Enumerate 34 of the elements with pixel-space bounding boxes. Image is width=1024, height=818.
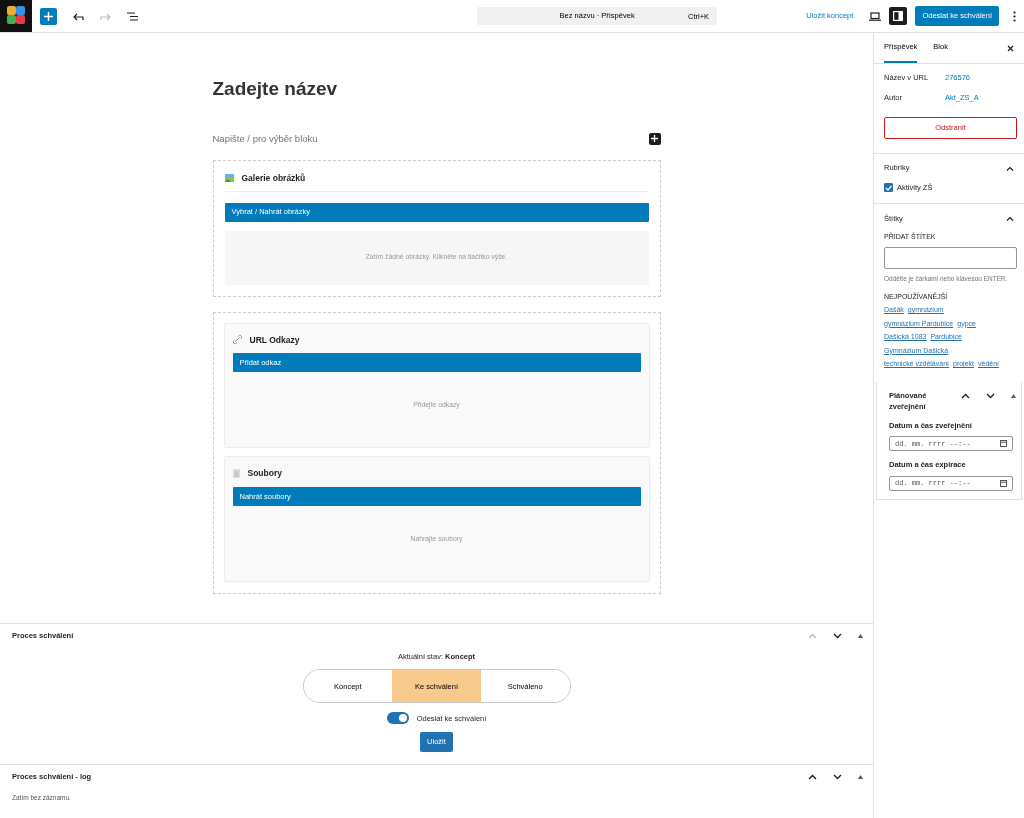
chevron-down-icon[interactable] — [833, 633, 842, 639]
calendar-icon — [1000, 479, 1007, 487]
block-placeholder[interactable]: Napište / pro výběr bloku — [212, 131, 318, 146]
add-block-button[interactable] — [648, 132, 661, 145]
sidebar-panel-icon — [893, 11, 904, 21]
chevron-up-icon[interactable] — [808, 773, 817, 780]
toggle-switch[interactable] — [386, 712, 409, 725]
settings-button[interactable] — [889, 7, 908, 25]
chevron-up-icon[interactable] — [961, 392, 970, 399]
title-field[interactable]: Zadejte název — [212, 75, 661, 104]
chevron-up-icon[interactable] — [1006, 215, 1014, 221]
collapse-triangle-icon[interactable] — [858, 774, 863, 779]
chevron-down-icon[interactable] — [986, 392, 995, 399]
chevron-up-icon[interactable] — [1006, 165, 1014, 171]
laptop-icon[interactable] — [869, 11, 882, 21]
plus-icon — [651, 135, 658, 143]
tag-input[interactable] — [884, 246, 1017, 269]
collapse-triangle-icon[interactable] — [858, 634, 863, 638]
chevron-down-icon[interactable] — [833, 773, 842, 780]
image-icon — [224, 174, 234, 183]
block-title: URL Odkazy — [249, 333, 300, 347]
undo-icon[interactable] — [73, 11, 84, 21]
block-title: Soubory — [247, 467, 282, 480]
more-icon[interactable] — [1013, 10, 1016, 22]
calendar-icon — [1000, 440, 1007, 448]
close-icon[interactable] — [1007, 44, 1014, 52]
plus-icon — [44, 11, 53, 21]
logo-icon[interactable] — [0, 0, 32, 32]
list-view-icon[interactable] — [127, 11, 138, 21]
block-title: Galerie obrázků — [241, 171, 306, 185]
document-icon — [232, 469, 240, 479]
link-icon — [232, 335, 242, 345]
checkbox[interactable] — [884, 183, 893, 193]
collapse-triangle-icon[interactable] — [1011, 393, 1016, 398]
